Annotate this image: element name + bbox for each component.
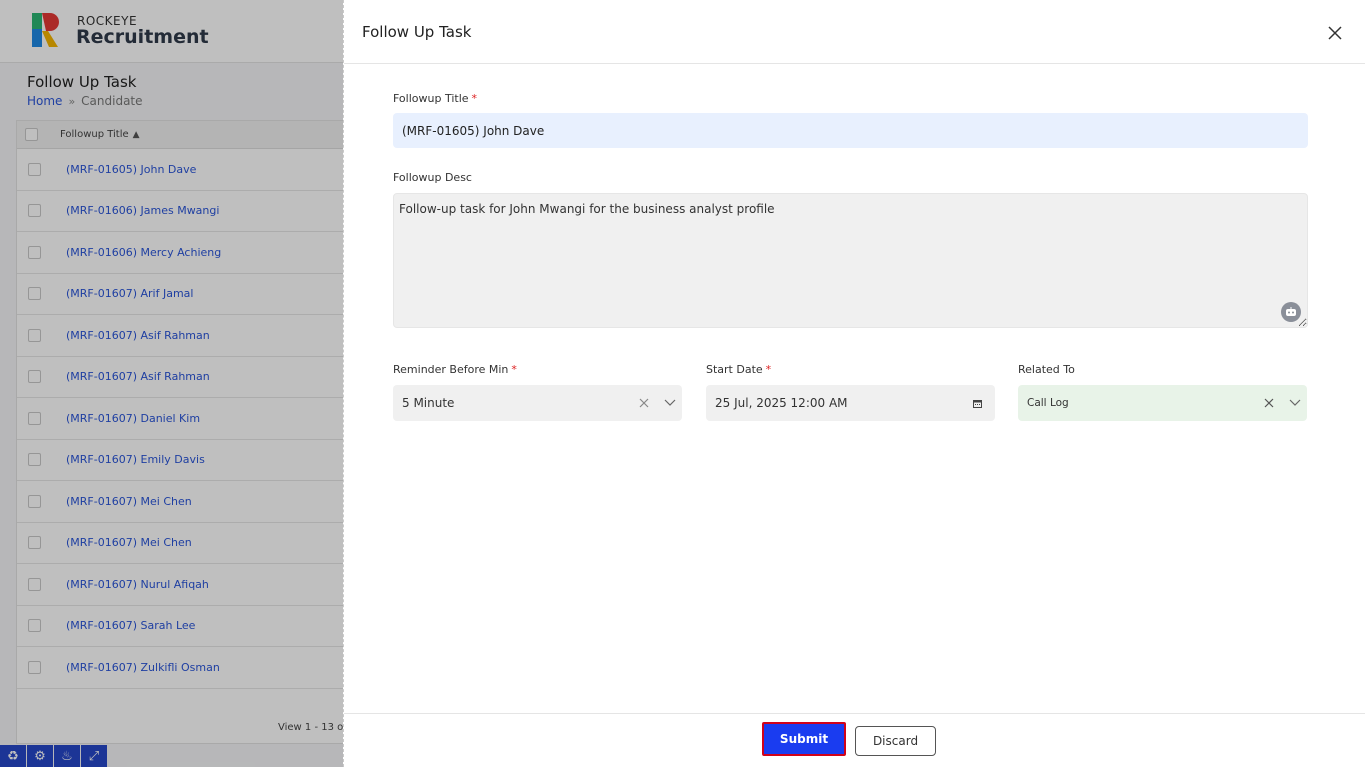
dialog-header: Follow Up Task (344, 0, 1365, 64)
chevron-down-icon[interactable] (1289, 399, 1301, 407)
start-date-input[interactable]: 25 Jul, 2025 12:00 AM (706, 385, 995, 421)
dialog-footer: Submit Discard (344, 713, 1365, 767)
required-mark: * (765, 363, 772, 376)
followup-desc-label: Followup Desc (393, 171, 472, 184)
required-mark: * (511, 363, 517, 376)
reminder-value: 5 Minute (402, 396, 455, 410)
start-date-label-text: Start Date (706, 363, 763, 376)
followup-title-input[interactable] (393, 113, 1308, 148)
discard-button[interactable]: Discard (855, 726, 936, 756)
followup-title-label-text: Followup Title (393, 92, 469, 105)
clear-icon[interactable] (638, 397, 650, 409)
related-to-select[interactable]: Call Log (1018, 385, 1307, 421)
related-to-value: Call Log (1027, 397, 1069, 409)
reminder-label-text: Reminder Before Min (393, 363, 509, 376)
related-to-label: Related To (1018, 363, 1075, 376)
dialog-title: Follow Up Task (362, 23, 472, 41)
clear-icon[interactable] (1263, 397, 1275, 409)
followup-title-label: Followup Title * (393, 92, 477, 105)
chevron-down-icon[interactable] (664, 399, 676, 407)
start-date-label: Start Date * (706, 363, 771, 376)
reminder-label: Reminder Before Min * (393, 363, 517, 376)
close-icon[interactable] (1326, 24, 1344, 42)
calendar-icon[interactable] (973, 399, 982, 408)
robot-icon[interactable] (1281, 302, 1301, 322)
start-date-value: 25 Jul, 2025 12:00 AM (715, 396, 848, 410)
reminder-select[interactable]: 5 Minute (393, 385, 682, 421)
followup-desc-textarea[interactable]: Follow-up task for John Mwangi for the b… (393, 193, 1308, 328)
follow-up-task-dialog: Follow Up Task Followup Title* Followup … (343, 0, 1365, 767)
required-mark: * (471, 92, 478, 105)
submit-button[interactable]: Submit (762, 722, 846, 756)
